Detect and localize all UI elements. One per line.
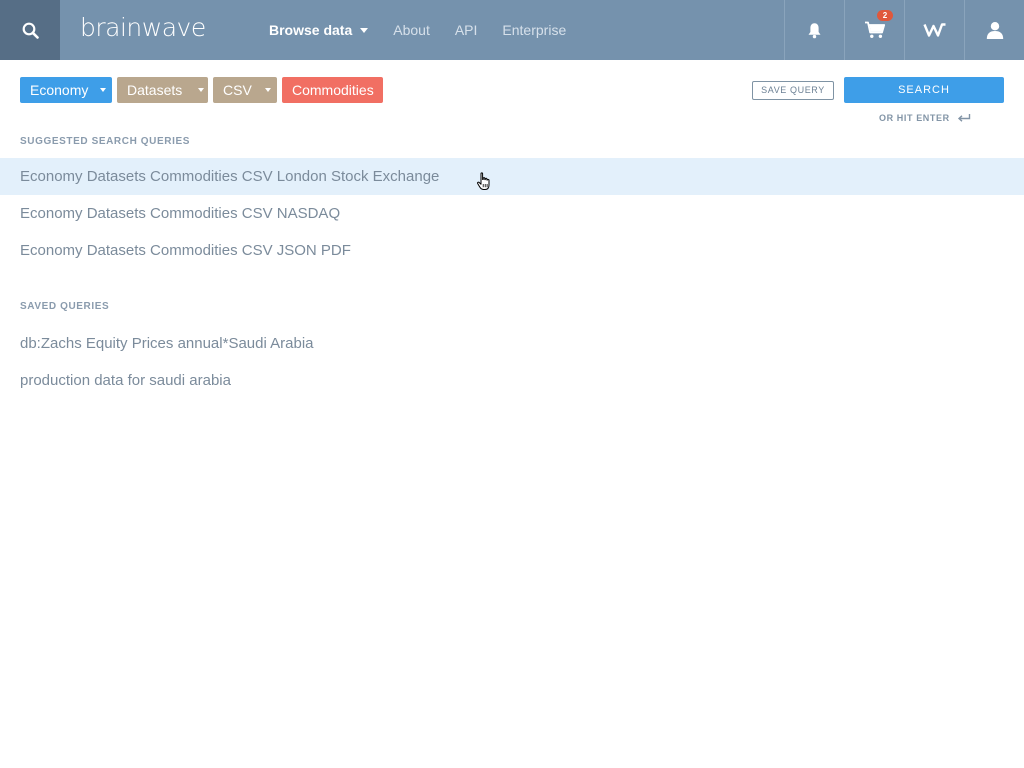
filter-chip-datasets[interactable]: Datasets — [117, 77, 208, 103]
saved-queries-heading: SAVED QUERIES — [20, 301, 110, 312]
search-button[interactable]: SEARCH — [844, 77, 1004, 103]
brainwave-logo[interactable]: brainwave — [80, 13, 206, 43]
main-nav: Browse data About API Enterprise — [269, 0, 591, 60]
search-icon — [22, 22, 39, 39]
filter-chip-label: CSV — [223, 82, 252, 98]
brand-mark-icon — [922, 23, 945, 37]
user-icon — [986, 22, 1003, 39]
filter-chip-economy[interactable]: Economy — [20, 77, 112, 103]
suggested-query-item[interactable]: Economy Datasets Commodities CSV London … — [0, 158, 1024, 195]
cart-button[interactable]: 2 — [844, 0, 904, 60]
filter-chip-csv[interactable]: CSV — [213, 77, 277, 103]
hand-cursor-icon — [477, 172, 490, 190]
cart-count-badge: 2 — [877, 10, 893, 21]
filter-chip-label: Datasets — [127, 82, 183, 98]
chevron-down-icon — [360, 27, 369, 33]
filter-chip-commodities[interactable]: Commodities — [282, 77, 383, 103]
user-account-button[interactable] — [964, 0, 1024, 60]
chevron-down-icon — [100, 88, 107, 92]
filter-chip-label: Commodities — [292, 82, 374, 98]
hit-enter-hint: OR HIT ENTER — [879, 111, 971, 125]
suggested-query-item[interactable]: Economy Datasets Commodities CSV JSON PD… — [0, 232, 1024, 269]
top-navigation-bar: brainwave Browse data About API Enterpri… — [0, 0, 1024, 60]
notifications-button[interactable] — [784, 0, 844, 60]
nav-enterprise[interactable]: Enterprise — [502, 22, 566, 38]
saved-query-item[interactable]: production data for saudi arabia — [0, 362, 1024, 399]
nav-about[interactable]: About — [393, 22, 430, 38]
brand-mark-button[interactable] — [904, 0, 964, 60]
bell-icon — [808, 22, 821, 38]
suggested-queries-heading: SUGGESTED SEARCH QUERIES — [20, 136, 190, 147]
hit-enter-label: OR HIT ENTER — [879, 113, 950, 123]
save-query-button[interactable]: SAVE QUERY — [752, 81, 834, 100]
nav-api[interactable]: API — [455, 22, 478, 38]
suggested-query-item[interactable]: Economy Datasets Commodities CSV NASDAQ — [0, 195, 1024, 232]
chevron-down-icon — [264, 88, 271, 92]
nav-browse-data-label: Browse data — [269, 22, 353, 38]
nav-browse-data[interactable]: Browse data — [269, 22, 369, 38]
saved-query-item[interactable]: db:Zachs Equity Prices annual*Saudi Arab… — [0, 325, 1024, 362]
filter-chip-label: Economy — [30, 82, 89, 98]
chevron-down-icon — [198, 88, 205, 92]
cart-icon — [864, 21, 885, 38]
enter-key-icon — [957, 114, 970, 122]
search-toggle-button[interactable] — [0, 0, 60, 60]
